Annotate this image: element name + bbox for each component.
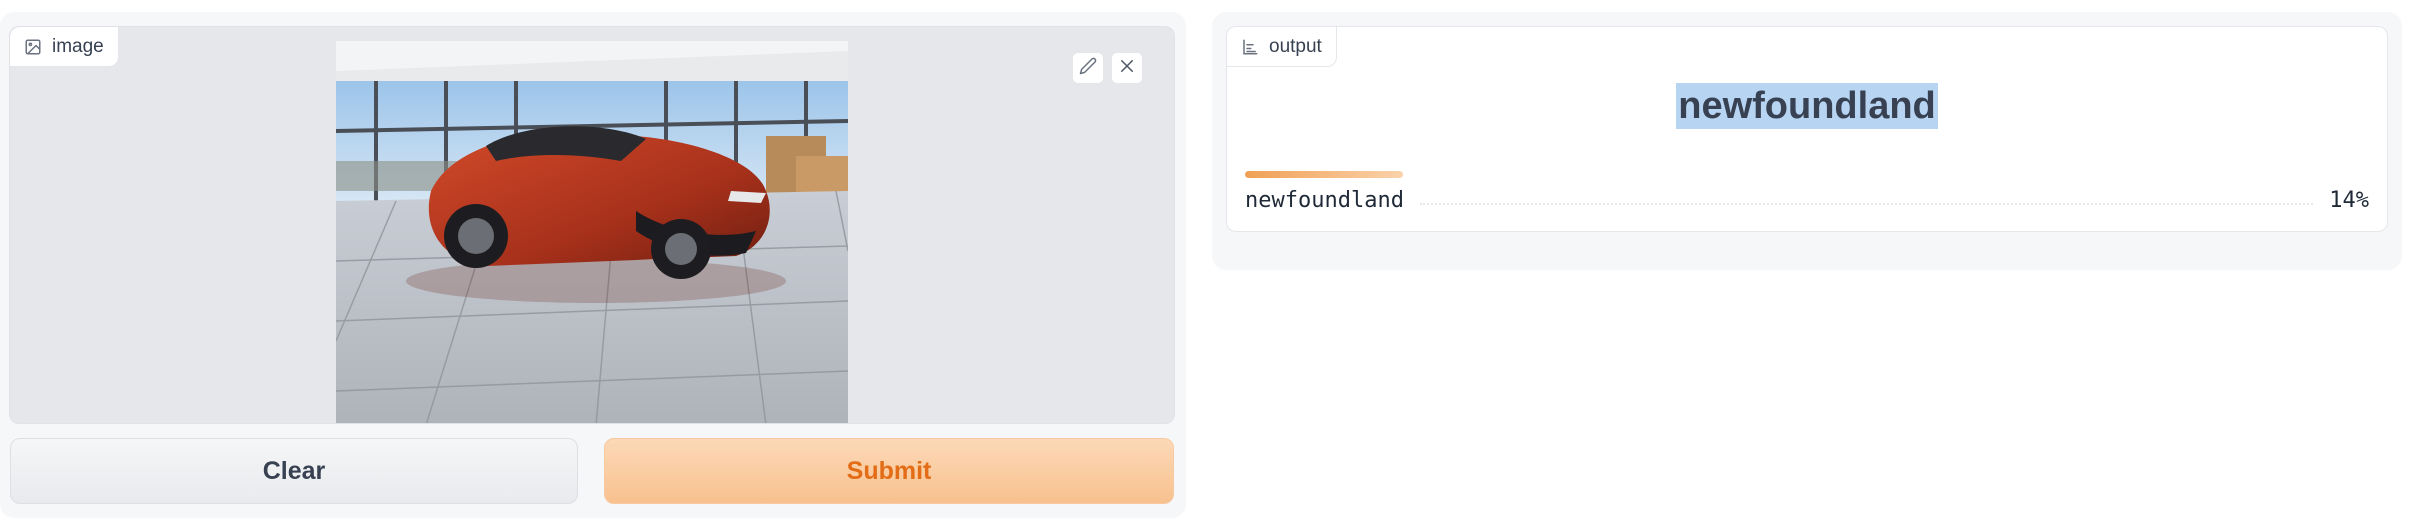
image-label-text: image xyxy=(52,35,104,57)
image-icon xyxy=(24,38,42,56)
image-block-label: image xyxy=(10,27,119,67)
output-block-label: output xyxy=(1227,27,1337,67)
confidence-bar xyxy=(1245,171,1403,178)
confidence-row[interactable]: newfoundland 14% xyxy=(1245,185,2369,215)
input-panel: image Clear Submit xyxy=(0,12,1186,518)
submit-button[interactable]: Submit xyxy=(604,438,1174,504)
output-panel: output newfoundland newfoundland 14% xyxy=(1212,12,2402,270)
clear-button[interactable]: Clear xyxy=(10,438,578,504)
pencil-icon xyxy=(1079,57,1097,80)
app: image Clear Submit output newfoundland n… xyxy=(0,0,2412,526)
predicted-label: newfoundland xyxy=(1227,83,2387,129)
edit-button[interactable] xyxy=(1072,52,1104,84)
label-output: output newfoundland newfoundland 14% xyxy=(1226,26,2388,232)
confidence-percent: 14% xyxy=(2329,187,2369,213)
image-input[interactable]: image xyxy=(9,26,1175,424)
remove-image-button[interactable] xyxy=(1111,52,1143,84)
confidence-label: newfoundland xyxy=(1245,187,1404,213)
bar-chart-icon xyxy=(1241,38,1259,56)
predicted-label-text: newfoundland xyxy=(1676,83,1938,129)
confidence-leader xyxy=(1419,203,2314,205)
output-label-text: output xyxy=(1269,35,1322,57)
uploaded-image xyxy=(336,41,848,423)
close-icon xyxy=(1118,57,1136,80)
